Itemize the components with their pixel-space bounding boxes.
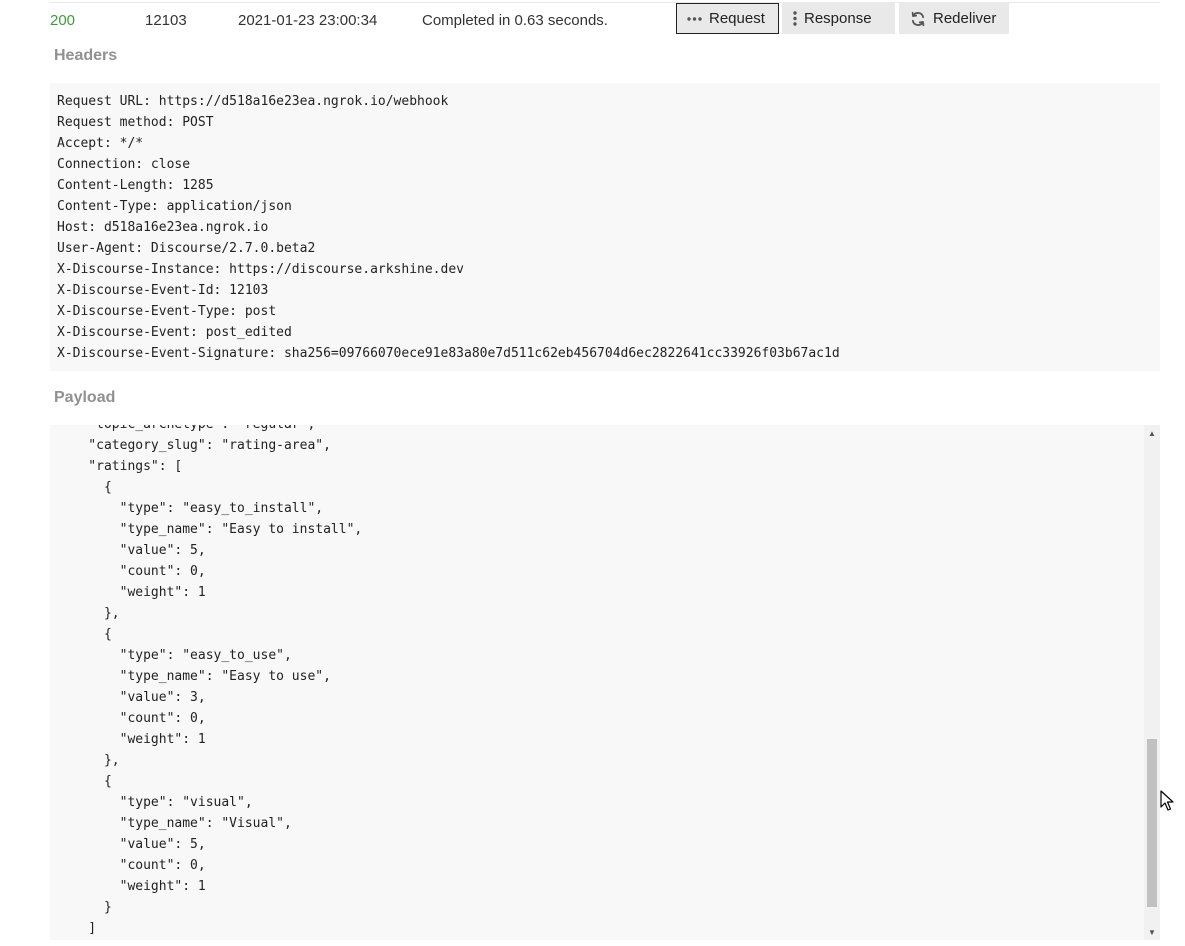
payload-line: "type": "easy_to_install", (57, 501, 324, 516)
header-line: Connection: close (57, 157, 191, 172)
payload-line: "type_name": "Visual", (57, 816, 292, 831)
header-line: Accept: */* (57, 136, 144, 151)
payload-title: Payload (54, 389, 116, 406)
payload-block[interactable]: "topic_archetype": "regular", "category_… (50, 425, 1160, 940)
payload-line: "value": 5, (57, 837, 206, 852)
scrollbar-thumb[interactable] (1147, 739, 1157, 907)
payload-code: "topic_archetype": "regular", "category_… (57, 425, 1137, 940)
request-button-label: Request (709, 10, 765, 27)
payload-line: } (57, 900, 112, 915)
payload-line: ] (57, 921, 97, 936)
response-button[interactable]: Response (782, 3, 895, 34)
header-line: X-Discourse-Event: post_edited (57, 325, 292, 340)
payload-line: "category_slug": "rating-area", (57, 438, 331, 453)
ellipsis-vertical-icon (793, 11, 797, 26)
payload-line: "count": 0, (57, 858, 206, 873)
delivery-datetime: 2021-01-23 23:00:34 (238, 12, 378, 29)
payload-line: "count": 0, (57, 711, 206, 726)
headers-block: Request URL: https://d518a16e23ea.ngrok.… (50, 83, 1160, 371)
headers-title: Headers (54, 47, 118, 64)
redeliver-button[interactable]: Redeliver (899, 3, 1009, 34)
header-line: Request URL: https://d518a16e23ea.ngrok.… (57, 94, 449, 109)
payload-line: { (57, 480, 112, 495)
request-button[interactable]: Request (676, 3, 779, 34)
header-line: Content-Type: application/json (57, 199, 292, 214)
event-id: 12103 (145, 12, 187, 29)
header-line: X-Discourse-Event-Signature: sha256=0976… (57, 346, 840, 361)
header-line: User-Agent: Discourse/2.7.0.beta2 (57, 241, 316, 256)
header-line: X-Discourse-Event-Id: 12103 (57, 283, 269, 298)
payload-line: "weight": 1 (57, 732, 206, 747)
payload-line: "value": 3, (57, 690, 206, 705)
payload-line: "weight": 1 (57, 585, 206, 600)
header-line: Content-Length: 1285 (57, 178, 214, 193)
payload-line: "ratings": [ (57, 459, 183, 474)
mouse-pointer-icon (1160, 790, 1174, 817)
ellipsis-horizontal-icon (687, 16, 702, 21)
status-code: 200 (50, 12, 76, 29)
redeliver-button-label: Redeliver (933, 10, 997, 27)
header-line: X-Discourse-Instance: https://discourse.… (57, 262, 464, 277)
payload-line: }, (57, 606, 120, 621)
completion-message: Completed in 0.63 seconds. (422, 12, 608, 29)
header-line: Request method: POST (57, 115, 214, 130)
sync-arrows-icon (910, 11, 926, 27)
payload-line: { (57, 627, 112, 642)
payload-line: "type": "easy_to_use", (57, 648, 292, 663)
header-line: X-Discourse-Event-Type: post (57, 304, 277, 319)
payload-line: "type_name": "Easy to use", (57, 669, 331, 684)
response-button-label: Response (804, 10, 872, 27)
scroll-up-arrow-icon[interactable]: ▲ (1144, 425, 1160, 441)
delivery-row: 200 12103 2021-01-23 23:00:34 Completed … (50, 3, 1160, 39)
payload-line: "type_name": "Easy to install", (57, 522, 363, 537)
scroll-down-arrow-icon[interactable]: ▼ (1144, 924, 1160, 940)
payload-scrollbar[interactable]: ▲ ▼ (1144, 425, 1160, 940)
payload-line: "topic_archetype": "regular", (57, 425, 1137, 435)
payload-line: }, (57, 753, 120, 768)
payload-line: "type": "visual", (57, 795, 253, 810)
payload-line: } (57, 939, 1137, 940)
payload-line: "count": 0, (57, 564, 206, 579)
payload-line: "weight": 1 (57, 879, 206, 894)
payload-line: { (57, 774, 112, 789)
header-line: Host: d518a16e23ea.ngrok.io (57, 220, 269, 235)
payload-line: "value": 5, (57, 543, 206, 558)
